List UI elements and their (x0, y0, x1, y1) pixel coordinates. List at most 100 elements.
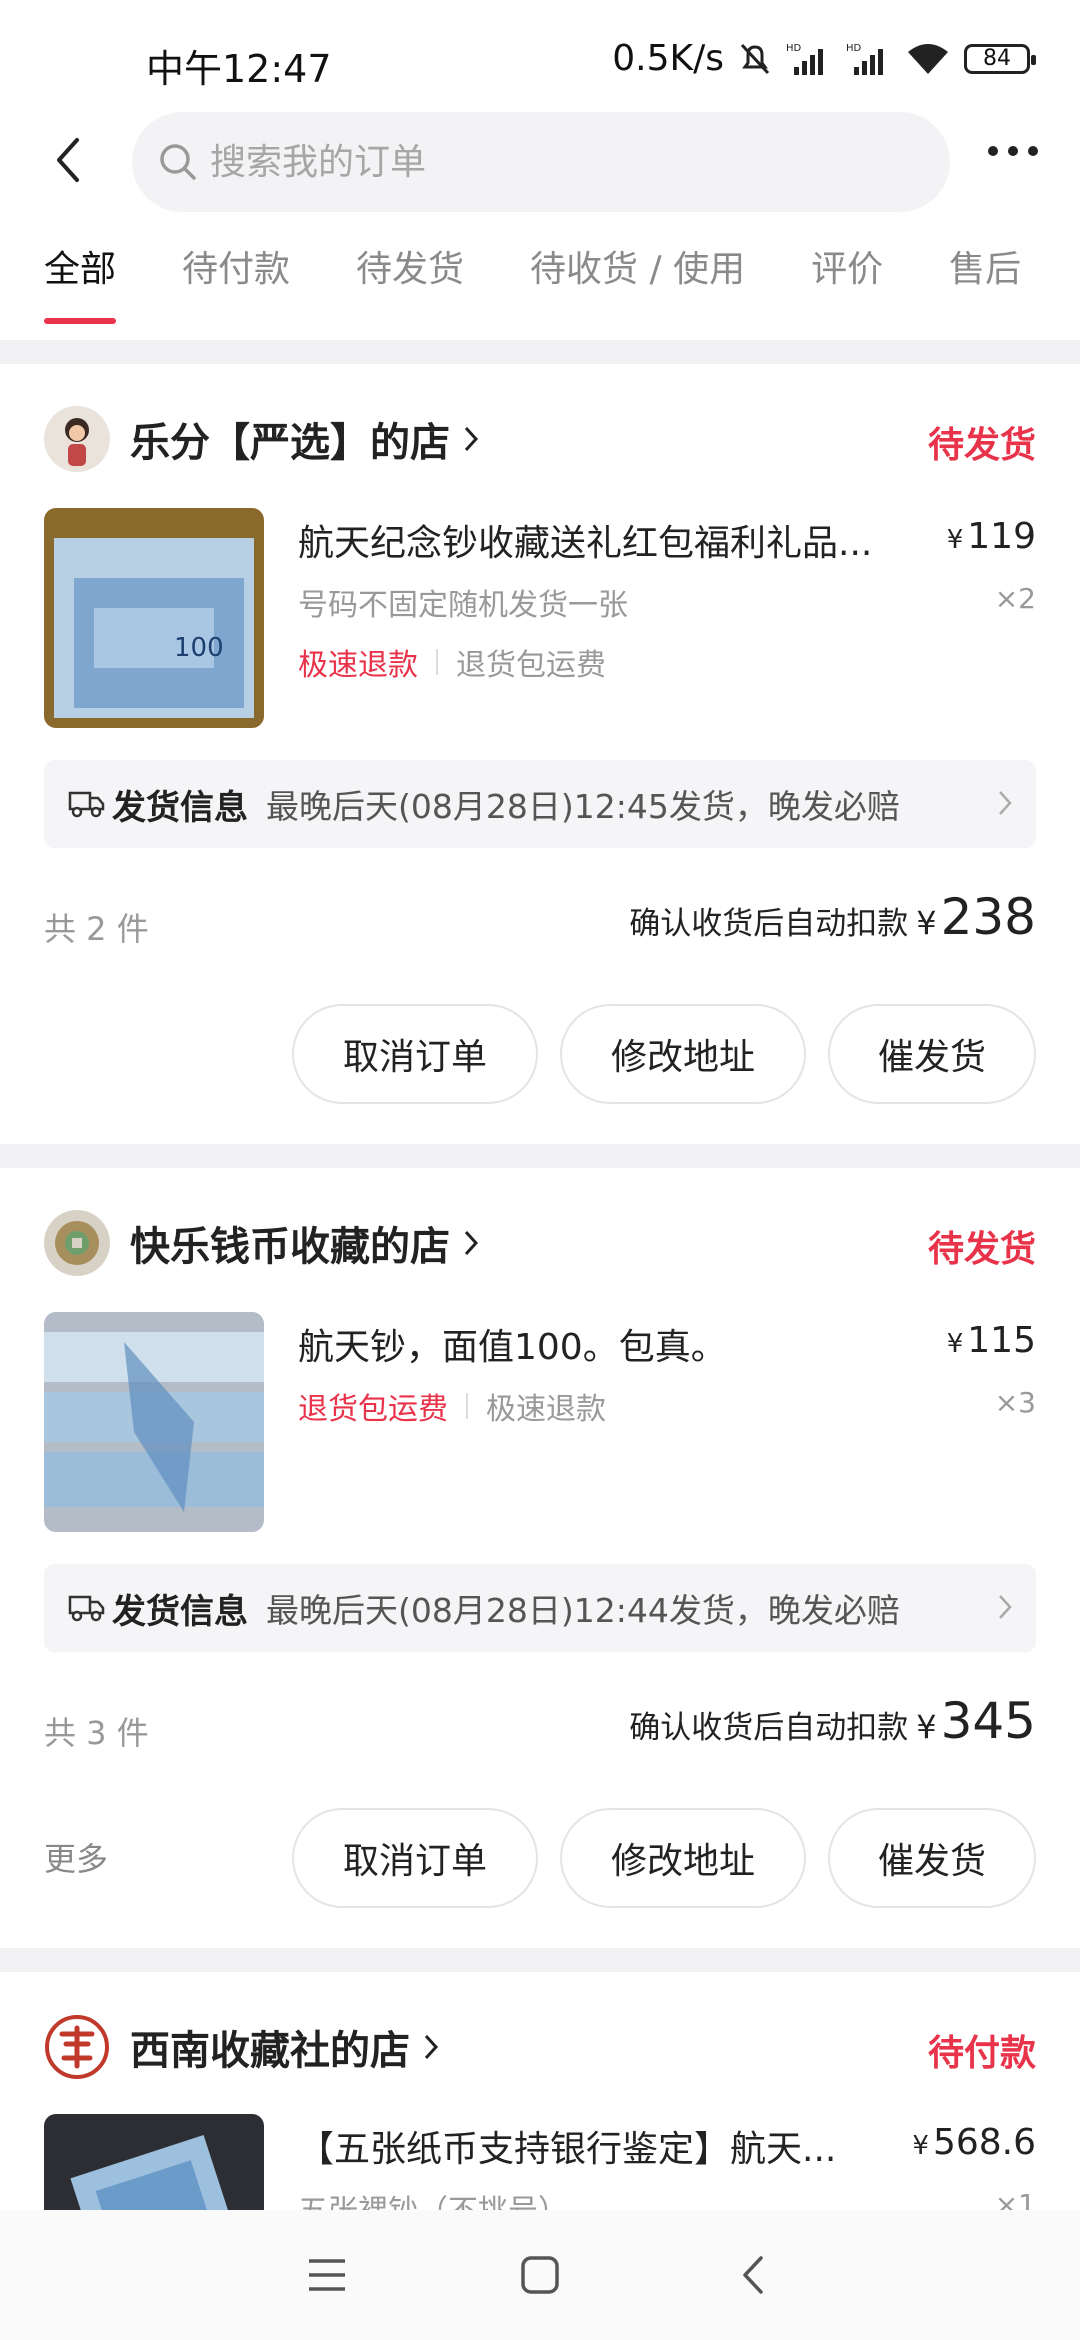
signal-icon: HD (786, 43, 823, 75)
total-amount: 345 (940, 1692, 1036, 1750)
back-nav-button[interactable] (723, 2245, 783, 2305)
shop-avatar (44, 1210, 110, 1276)
mute-bell-icon (740, 43, 770, 74)
service-tag: 退货包运费 (456, 648, 606, 683)
chevron-right-icon (999, 791, 1012, 815)
shipping-label: 发货信息 (112, 1591, 248, 1632)
shop-name: 乐分【严选】的店 (130, 420, 450, 466)
order-card: 快乐钱币收藏的店 待发货 航天钞，面值100。包真。 ¥115 ×3 退货包运费… (0, 1168, 1080, 1948)
order-card: 乐分【严选】的店 待发货 100 航天纪念钞收藏送礼红包福利礼品... ¥119… (0, 364, 1080, 1144)
item-count: 共 2 件 (44, 910, 149, 948)
dot-icon (1028, 146, 1038, 156)
product-quantity: ×1 (994, 2188, 1036, 2210)
shop-avatar (44, 2014, 110, 2080)
menu-nav-button[interactable] (297, 2245, 357, 2305)
wifi-icon (908, 43, 948, 74)
product-image[interactable] (44, 2114, 264, 2210)
shipping-info-bar[interactable]: 发货信息 最晚后天(08月28日)12:45发货，晚发必赔 (44, 760, 1036, 848)
section-separator (0, 340, 1080, 364)
dot-icon (988, 146, 998, 156)
product-price: ¥568.6 (912, 2122, 1036, 2163)
back-button[interactable] (48, 130, 88, 190)
product-title[interactable]: 航天钞，面值100。包真。 (298, 1318, 898, 1370)
tab-review[interactable]: 评价 (811, 240, 883, 320)
search-icon (160, 144, 196, 180)
price-value: 115 (967, 1320, 1036, 1361)
order-tabs: 全部 待付款 待发货 待收货 / 使用 评价 售后 (0, 240, 1080, 340)
status-icons: 0.5K/s HD HD 84 (612, 38, 1036, 79)
signal-icon-2: HD (846, 43, 883, 75)
service-tag: 极速退款 (298, 648, 418, 683)
home-square-icon (521, 2256, 559, 2294)
price-value: 568.6 (932, 2122, 1036, 2163)
truck-icon (68, 791, 105, 818)
chevron-right-icon (464, 426, 479, 452)
shop-link[interactable]: 乐分【严选】的店 (44, 404, 480, 474)
product-spec: 五张裸钞（不挑号） (298, 2186, 568, 2210)
service-tag: 退货包运费 (298, 1392, 448, 1427)
shop-link[interactable]: 西南收藏社的店 (44, 2012, 440, 2082)
currency-symbol: ¥ (946, 525, 964, 555)
status-bar: 中午12:47 0.5K/s HD HD 84 (0, 0, 1080, 120)
modify-address-button[interactable]: 修改地址 (560, 1808, 806, 1908)
chevron-right-icon (464, 1230, 479, 1256)
total-label: 确认收货后自动扣款 (629, 906, 909, 942)
order-card: 西南收藏社的店 待付款 【五张纸币支持银行鉴定】航天... ¥568.6 五张裸… (0, 1972, 1080, 2210)
search-box[interactable] (132, 112, 950, 212)
svg-text:HD: HD (846, 43, 862, 54)
chevron-right-icon (999, 1595, 1012, 1619)
urge-shipment-button[interactable]: 催发货 (828, 1004, 1036, 1104)
shipping-deadline: 最晚后天(08月28日)12:44发货，晚发必赔 (266, 1591, 900, 1630)
menu-icon (308, 2259, 345, 2291)
tab-all[interactable]: 全部 (44, 240, 117, 324)
chevron-right-icon (424, 2034, 439, 2060)
search-header (0, 108, 1080, 218)
section-separator (0, 1144, 1080, 1168)
total-label: 确认收货后自动扣款 (629, 1710, 909, 1746)
truck-icon (68, 1595, 105, 1622)
currency-symbol: ¥ (916, 1708, 937, 1746)
shop-avatar (44, 406, 110, 472)
product-image[interactable]: 100 (44, 508, 264, 728)
shop-link[interactable]: 快乐钱币收藏的店 (44, 1208, 480, 1278)
product-price: ¥119 (947, 516, 1036, 557)
total-amount: 238 (940, 888, 1036, 946)
more-menu-button[interactable] (988, 146, 1038, 156)
product-quantity: ×2 (994, 582, 1036, 615)
product-price: ¥115 (947, 1320, 1036, 1361)
currency-symbol: ¥ (912, 2131, 929, 2161)
svg-text:HD: HD (786, 43, 802, 54)
product-title[interactable]: 航天纪念钞收藏送礼红包福利礼品... (298, 514, 928, 566)
service-tags: 退货包运费 极速退款 (298, 1384, 606, 1428)
tab-pending-shipment[interactable]: 待发货 (356, 240, 464, 320)
product-image[interactable] (44, 1312, 264, 1532)
cancel-order-button[interactable]: 取消订单 (292, 1808, 538, 1908)
order-total: 确认收货后自动扣款 ¥ 238 (629, 888, 1036, 946)
tab-pending-receipt[interactable]: 待收货 / 使用 (530, 240, 745, 320)
dot-icon (1008, 146, 1018, 156)
shipping-label: 发货信息 (112, 787, 248, 828)
price-value: 119 (967, 516, 1036, 557)
shipping-info-bar[interactable]: 发货信息 最晚后天(08月28日)12:44发货，晚发必赔 (44, 1564, 1036, 1652)
modify-address-button[interactable]: 修改地址 (560, 1004, 806, 1104)
home-nav-button[interactable] (510, 2245, 570, 2305)
order-status: 待付款 (927, 2033, 1036, 2074)
section-separator (0, 1948, 1080, 1972)
product-title[interactable]: 【五张纸币支持银行鉴定】航天... (298, 2120, 898, 2172)
tab-after-sales[interactable]: 售后 (949, 240, 1021, 320)
status-time: 中午12:47 (146, 47, 332, 91)
svg-text:100: 100 (174, 633, 224, 663)
order-total: 确认收货后自动扣款 ¥ 345 (629, 1692, 1036, 1750)
tag-divider (436, 649, 438, 675)
shipping-deadline: 最晚后天(08月28日)12:45发货，晚发必赔 (266, 787, 900, 826)
cancel-order-button[interactable]: 取消订单 (292, 1004, 538, 1104)
order-status: 待发货 (927, 1229, 1036, 1270)
back-arrow-icon (57, 138, 79, 182)
service-tag: 极速退款 (486, 1392, 606, 1427)
system-nav-bar (0, 2210, 1080, 2340)
search-input[interactable] (210, 141, 910, 183)
urge-shipment-button[interactable]: 催发货 (828, 1808, 1036, 1908)
more-actions-link[interactable]: 更多 (44, 1834, 108, 1880)
item-count: 共 3 件 (44, 1714, 149, 1752)
tab-pending-payment[interactable]: 待付款 (182, 240, 290, 320)
